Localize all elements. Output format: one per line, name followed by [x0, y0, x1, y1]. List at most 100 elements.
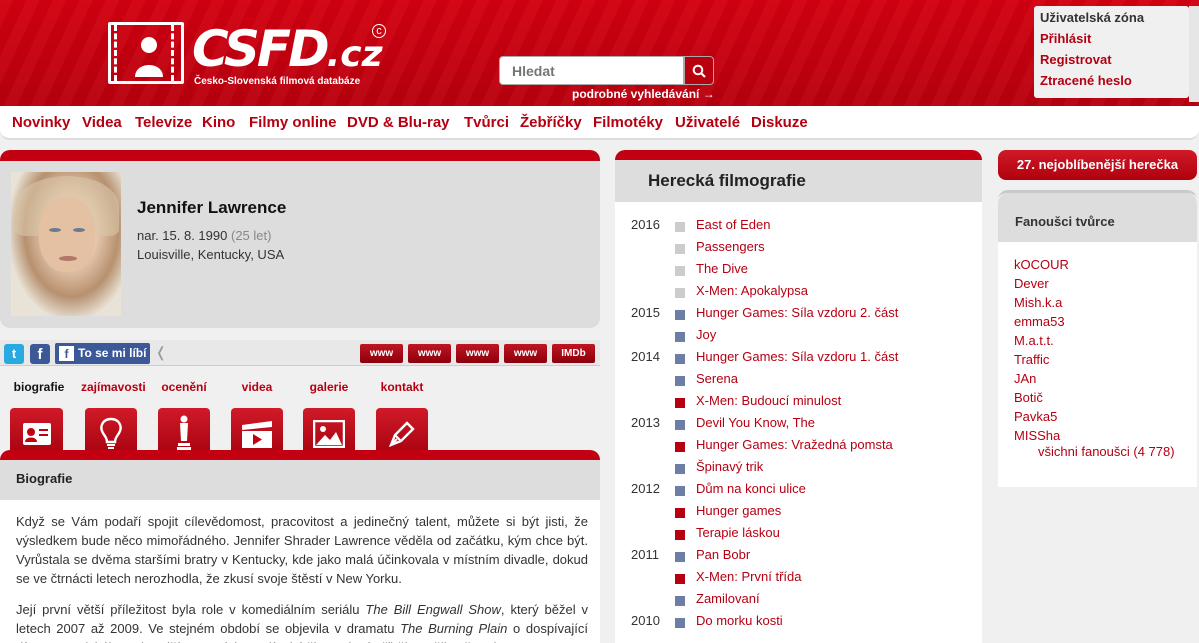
lost-password-link[interactable]: Ztracené heslo: [1040, 73, 1183, 88]
rating-square: [675, 442, 685, 452]
nav-filmoteky[interactable]: Filmotéky: [593, 114, 663, 131]
fan-link[interactable]: emma53: [1014, 314, 1065, 329]
biography-text: Když se Vám podaří spojit cílevědomost, …: [0, 500, 600, 643]
bio-paragraph-2: Její první větší příležitost byla role v…: [16, 602, 589, 643]
film-title-link[interactable]: Terapie láskou: [696, 525, 780, 540]
filmography-row: 2010 Do morku kosti: [615, 613, 982, 635]
biography-title: Biografie: [16, 471, 73, 486]
film-title-link[interactable]: X-Men: Apokalypsa: [696, 283, 808, 298]
csfd-logo[interactable]: CSFD.cz c Česko-Slovenská filmová databá…: [108, 20, 398, 88]
rating-square: [675, 332, 685, 342]
fan-link[interactable]: kOCOUR: [1014, 257, 1069, 272]
film-title-link[interactable]: X-Men: Budoucí minulost: [696, 393, 841, 408]
fan-link[interactable]: JAn: [1014, 371, 1036, 386]
film-title-link[interactable]: Devil You Know, The: [696, 415, 815, 430]
imdb-link[interactable]: IMDb: [552, 344, 595, 363]
nav-uzivatele[interactable]: Uživatelé: [675, 114, 740, 131]
nav-zebricky[interactable]: Žebříčky: [520, 114, 582, 131]
film-title-link[interactable]: Hunger Games: Síla vzdoru 1. část: [696, 349, 898, 364]
nav-videa[interactable]: Videa: [82, 114, 122, 131]
biography-header: Biografie: [0, 450, 600, 500]
film-title-link[interactable]: Hunger Games: Vražedná pomsta: [696, 437, 893, 452]
nav-filmy-online[interactable]: Filmy online: [249, 114, 337, 131]
filmography-row: 2014 Hunger Games: Síla vzdoru 1. část: [615, 349, 982, 371]
tab-videa[interactable]: videa: [227, 380, 287, 460]
film-title-link[interactable]: The Dive: [696, 261, 748, 276]
search-button[interactable]: [684, 56, 714, 85]
www-link-1[interactable]: www: [360, 344, 403, 363]
birth-info: nar. 15. 8. 1990 (25 let): [137, 228, 272, 243]
film-title-link[interactable]: Serena: [696, 371, 738, 386]
fan-link[interactable]: Pavka5: [1014, 409, 1057, 424]
rating-square: [675, 420, 685, 430]
www-link-2[interactable]: www: [408, 344, 451, 363]
film-title-link[interactable]: Do morku kosti: [696, 613, 783, 628]
film-title-link[interactable]: East of Eden: [696, 217, 770, 232]
filmography-row: 2011 Pan Bobr: [615, 547, 982, 569]
rating-square: [675, 354, 685, 364]
nav-novinky[interactable]: Novinky: [12, 114, 70, 131]
film-title-link[interactable]: Passengers: [696, 239, 765, 254]
tab-oceneni[interactable]: ocenění: [154, 380, 214, 460]
fans-header: Fanoušci tvůrce: [998, 193, 1197, 242]
rating-square: [675, 618, 685, 628]
nav-dvd-bluray[interactable]: DVD & Blu-ray: [347, 114, 450, 131]
film-title-link[interactable]: Hunger games: [696, 503, 781, 518]
film-year: 2010: [631, 613, 660, 628]
film-title-link[interactable]: Dům na konci ulice: [696, 481, 806, 496]
login-link[interactable]: Přihlásit: [1040, 31, 1183, 46]
tab-zajimavosti[interactable]: zajímavosti: [81, 380, 146, 460]
profile-box: Jennifer Lawrence nar. 15. 8. 1990 (25 l…: [0, 150, 600, 328]
tab-kontakt[interactable]: kontakt: [372, 380, 432, 460]
rating-square: [675, 222, 685, 232]
fan-link[interactable]: Traffic: [1014, 352, 1049, 367]
filmography-row: 2012 Dům na konci ulice: [615, 481, 982, 503]
advanced-search-link[interactable]: podrobné vyhledávání →: [572, 87, 715, 101]
rating-square: [675, 398, 685, 408]
register-link[interactable]: Registrovat: [1040, 52, 1183, 67]
rating-square: [675, 266, 685, 276]
fan-link[interactable]: Mish.k.a: [1014, 295, 1062, 310]
fan-link[interactable]: Botič: [1014, 390, 1043, 405]
film-title-link[interactable]: Pan Bobr: [696, 547, 750, 562]
user-zone: Uživatelská zóna Přihlásit Registrovat Z…: [1034, 6, 1189, 98]
www-link-3[interactable]: www: [456, 344, 499, 363]
film-title-link[interactable]: Zamilovaní: [696, 591, 760, 606]
profile-photo[interactable]: [11, 172, 121, 316]
nav-diskuze[interactable]: Diskuze: [751, 114, 808, 131]
tab-galerie[interactable]: galerie: [299, 380, 359, 460]
www-link-4[interactable]: www: [504, 344, 547, 363]
rating-square: [675, 574, 685, 584]
filmography-row: 2016 East of Eden: [615, 217, 982, 239]
search-icon: [692, 64, 706, 78]
user-zone-edge: [1189, 6, 1199, 102]
popularity-rank-badge[interactable]: 27. nejoblíbenější herečka: [998, 150, 1197, 180]
twitter-icon[interactable]: t: [4, 344, 24, 364]
filmography-row: Hunger games: [615, 503, 982, 525]
film-title-link[interactable]: Joy: [696, 327, 716, 342]
filmography-row: 2013 Devil You Know, The: [615, 415, 982, 437]
fan-link[interactable]: MISSha: [1014, 428, 1060, 443]
all-fans-link[interactable]: všichni fanoušci (4 778): [1038, 444, 1175, 459]
fan-link[interactable]: Dever: [1014, 276, 1049, 291]
nav-televize[interactable]: Televize: [135, 114, 192, 131]
film-year: 2016: [631, 217, 660, 232]
facebook-like-button[interactable]: f To se mi líbí: [55, 343, 150, 364]
film-title-link[interactable]: X-Men: První třída: [696, 569, 801, 584]
rating-square: [675, 288, 685, 298]
filmography-row: Terapie láskou: [615, 525, 982, 547]
film-title-link[interactable]: Hunger Games: Síla vzdoru 2. část: [696, 305, 898, 320]
film-year: 2015: [631, 305, 660, 320]
nav-kino[interactable]: Kino: [202, 114, 235, 131]
facebook-icon[interactable]: f: [30, 344, 50, 364]
fan-link[interactable]: M.a.t.t.: [1014, 333, 1054, 348]
rating-square: [675, 376, 685, 386]
nav-tvurci[interactable]: Tvůrci: [464, 114, 509, 131]
logo-subtitle: Česko-Slovenská filmová databáze: [194, 76, 361, 87]
film-year: 2014: [631, 349, 660, 364]
rating-square: [675, 552, 685, 562]
film-title-link[interactable]: Špinavý trik: [696, 459, 763, 474]
search-input[interactable]: [499, 56, 684, 85]
tab-biografie[interactable]: biografie: [9, 380, 69, 460]
filmography-row: Hunger Games: Vražedná pomsta: [615, 437, 982, 459]
